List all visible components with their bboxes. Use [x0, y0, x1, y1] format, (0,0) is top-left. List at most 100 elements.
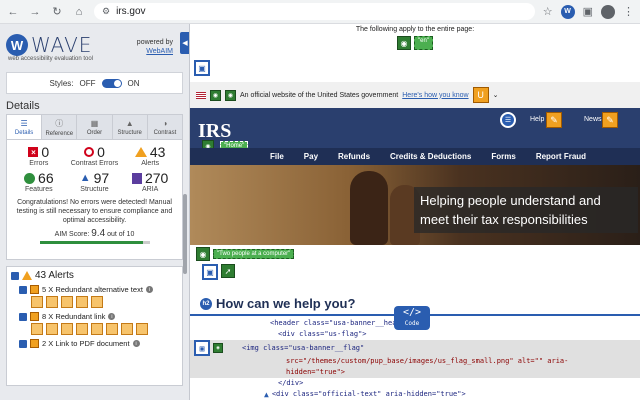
alert-instance-icon[interactable]	[31, 323, 43, 335]
list-icon[interactable]: ☰	[500, 112, 516, 128]
alert-instance-icon[interactable]	[91, 296, 103, 308]
alert-instance-icon[interactable]	[31, 296, 43, 308]
stat-features[interactable]: 66 Features	[11, 170, 67, 193]
nav-pay[interactable]: Pay	[304, 152, 318, 161]
alert-instance-icon[interactable]	[61, 323, 73, 335]
alt-feature-icon[interactable]: ◉	[196, 247, 210, 261]
nav-file[interactable]: File	[270, 152, 284, 161]
alt-feature-icon[interactable]: ◉	[210, 89, 221, 101]
alert-instance-icon[interactable]	[106, 323, 118, 335]
nav-report-fraud[interactable]: Report Fraud	[536, 152, 586, 161]
site-info-icon[interactable]: ⚙	[102, 6, 110, 17]
alerts-checkbox[interactable]	[11, 271, 19, 280]
summary-panel: × 0 Errors 0 Contrast Errors 43 Alerts 66 Fea…	[6, 140, 183, 260]
stat-contrast-errors[interactable]: 0 Contrast Errors	[67, 144, 123, 167]
tab-details[interactable]: ☰ Details	[7, 115, 43, 139]
congrats-message: Congratulations! No errors were detected…	[16, 199, 173, 224]
bookmark-star-icon[interactable]: ☆	[543, 5, 553, 18]
alert-instance-icon[interactable]	[46, 323, 58, 335]
nav-forms[interactable]: Forms	[491, 152, 515, 161]
back-icon[interactable]: ←	[6, 5, 20, 19]
forward-icon[interactable]: →	[28, 5, 42, 19]
nav-refunds[interactable]: Refunds	[338, 152, 370, 161]
hero-headline: Helping people understand and meet their…	[414, 187, 638, 233]
reload-icon[interactable]: ↻	[50, 5, 64, 19]
pdf-link-icon	[30, 339, 39, 348]
collapse-sidebar-button[interactable]: ◀	[180, 32, 189, 54]
news-link[interactable]: News	[584, 116, 602, 123]
info-icon[interactable]: i	[132, 340, 140, 347]
tab-contrast[interactable]: ◑ Contrast	[148, 115, 182, 139]
hero-image: Helping people understand and meet their…	[190, 165, 640, 245]
home-icon[interactable]: ⌂	[72, 5, 86, 19]
styles-toggle[interactable]	[101, 78, 122, 88]
styles-toggle-row: Styles: OFF ON	[6, 72, 183, 94]
alert-checkbox[interactable]	[19, 285, 27, 294]
stat-label: Structure	[80, 186, 109, 193]
browser-toolbar: ← → ↻ ⌂ ⚙ irs.gov ☆ W ▣ ⋮	[0, 0, 640, 24]
wave-sidebar: W WAVE web accessibility evaluation tool…	[0, 24, 190, 400]
alert-checkbox[interactable]	[19, 312, 27, 321]
language-tag: "en"	[414, 36, 433, 50]
alert-checkbox[interactable]	[19, 339, 27, 348]
alt-feature-icon[interactable]: ◉	[225, 89, 236, 101]
wave-logo-icon: W	[6, 34, 28, 56]
tab-label: Order	[86, 129, 103, 136]
language-icon[interactable]: ◉	[397, 36, 412, 50]
alert-instance-icon[interactable]	[136, 323, 148, 335]
link-feature-icon[interactable]: ➚	[221, 264, 235, 278]
alert-icon-row	[31, 296, 181, 308]
chevron-down-icon[interactable]: ⌄	[493, 91, 499, 99]
stat-alerts[interactable]: 43 Alerts	[122, 144, 178, 167]
alert-redundant-link[interactable]: 8 X Redundant link i	[19, 312, 178, 321]
nav-credits-deductions[interactable]: Credits & Deductions	[390, 152, 471, 161]
alert-instance-icon[interactable]	[121, 323, 133, 335]
sidebar-scrollbar[interactable]	[183, 194, 187, 274]
alert-marker-icon[interactable]: ✎	[546, 112, 562, 128]
structure-marker-icon[interactable]: ▣	[194, 60, 210, 76]
alert-instance-icon[interactable]	[46, 296, 58, 308]
alt-feature-icon[interactable]: ◉	[213, 343, 223, 353]
aria-hidden-icon[interactable]: ▲	[264, 389, 269, 400]
tab-order[interactable]: ▦ Order	[77, 115, 113, 139]
alerts-panel: 43 Alerts 5 X Redundant alternative text…	[6, 266, 183, 386]
extensions-icon[interactable]: ▣	[583, 5, 593, 18]
webaim-link[interactable]: WebAIM	[137, 47, 173, 56]
address-bar[interactable]: ⚙ irs.gov	[94, 3, 535, 20]
wave-extension-icon[interactable]: W	[560, 4, 575, 19]
structure-marker-icon[interactable]: ▣	[202, 264, 218, 280]
heres-how-link[interactable]: Here's how you know	[402, 92, 468, 99]
wave-logo-text: WAVE	[31, 33, 93, 57]
profile-avatar[interactable]	[601, 4, 615, 19]
redundant-alt-icon	[30, 285, 39, 294]
menu-icon[interactable]: ⋮	[623, 5, 634, 18]
alert-marker-icon[interactable]: ✎	[602, 112, 618, 128]
help-link[interactable]: Help	[530, 116, 544, 123]
alert-instance-icon[interactable]	[76, 296, 88, 308]
stat-errors[interactable]: × 0 Errors	[11, 144, 67, 167]
info-icon[interactable]: i	[108, 313, 116, 320]
stat-label: Contrast Errors	[70, 160, 119, 167]
code-toggle-button[interactable]: </> Code	[394, 306, 430, 330]
aim-suffix: out of 10	[107, 231, 135, 238]
alert-instance-icon[interactable]	[91, 323, 103, 335]
error-icon: ×	[28, 147, 39, 157]
alert-marker-icon[interactable]: U	[472, 87, 489, 103]
alert-instance-icon[interactable]	[76, 323, 88, 335]
stat-value: 0	[97, 144, 105, 160]
tab-structure[interactable]: ▲ Structure	[113, 115, 148, 139]
info-icon[interactable]: i	[145, 286, 153, 293]
structure-marker-icon[interactable]: ▣	[194, 340, 210, 356]
gov-banner: ◉ ◉ An official website of the United St…	[190, 82, 640, 108]
stat-structure[interactable]: ▲ 97 Structure	[67, 170, 123, 193]
alert-pdf-link[interactable]: 2 X Link to PDF document i	[19, 339, 178, 348]
alert-instance-icon[interactable]	[61, 296, 73, 308]
alt-text-tag: "Two people at a computer"	[213, 249, 295, 259]
tab-reference[interactable]: ⓘ Reference	[42, 115, 78, 139]
styles-off-label: OFF	[79, 78, 96, 88]
alerts-heading-row[interactable]: 43 Alerts	[11, 270, 178, 281]
alert-redundant-alt[interactable]: 5 X Redundant alternative text i	[19, 285, 178, 294]
aim-score-value: 9.4	[91, 228, 106, 239]
heading-marker-icon[interactable]: h2	[200, 297, 212, 310]
stat-aria[interactable]: 270 ARIA	[122, 170, 178, 193]
